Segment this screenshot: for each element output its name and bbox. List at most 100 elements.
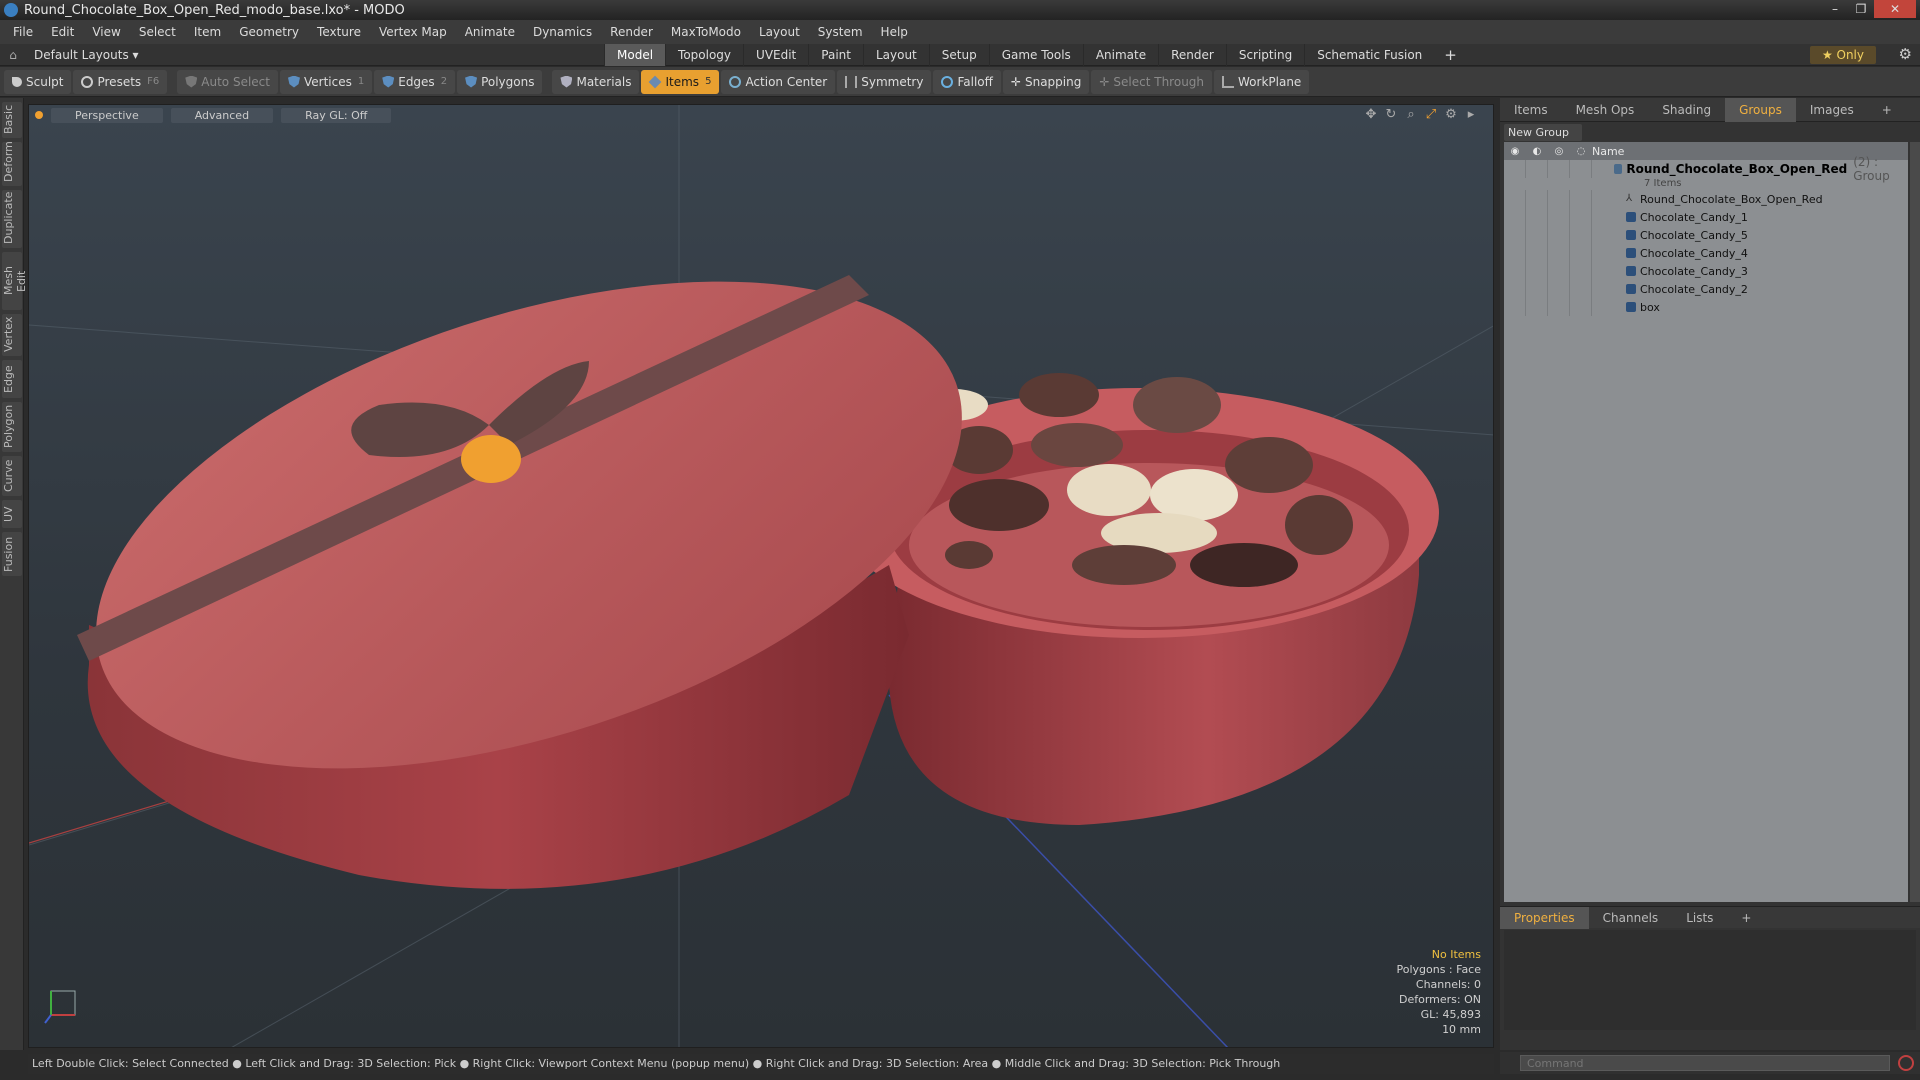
list-item[interactable]: Chocolate_Candy_3 (1504, 262, 1908, 280)
add-panel-tab-button[interactable]: + (1868, 103, 1906, 117)
materials-button[interactable]: Materials (552, 69, 640, 94)
falloff-button[interactable]: Falloff (933, 69, 1001, 94)
tab-render[interactable]: Render (1158, 44, 1226, 66)
left-tab-vertex[interactable]: Vertex (2, 314, 22, 356)
list-item[interactable]: Chocolate_Candy_4 (1504, 244, 1908, 262)
symmetry-button[interactable]: Symmetry (837, 69, 932, 94)
sculpt-button[interactable]: Sculpt (4, 69, 72, 94)
tab-items[interactable]: Items (1500, 103, 1562, 117)
tab-paint[interactable]: Paint (808, 44, 863, 66)
group-row[interactable]: Round_Chocolate_Box_Open_Red (2) : Group (1504, 155, 1908, 183)
tab-properties[interactable]: Properties (1500, 906, 1589, 929)
menu-vertex-map[interactable]: Vertex Map (370, 25, 456, 39)
tab-lists[interactable]: Lists (1672, 911, 1727, 925)
menu-texture[interactable]: Texture (308, 25, 370, 39)
tab-schematic-fusion[interactable]: Schematic Fusion (1304, 44, 1434, 66)
home-icon[interactable]: ⌂ (0, 48, 26, 62)
command-history-icon[interactable] (1898, 1055, 1914, 1071)
tab-setup[interactable]: Setup (928, 44, 989, 66)
only-button[interactable]: ★ Only (1809, 46, 1876, 64)
snapping-button[interactable]: ✛ Snapping (1002, 69, 1090, 94)
menu-dynamics[interactable]: Dynamics (524, 25, 601, 39)
left-tab-mesh-edit[interactable]: Mesh Edit (2, 252, 28, 310)
close-icon[interactable]: ✕ (1874, 0, 1916, 18)
eye-icon[interactable] (1504, 160, 1526, 178)
tab-animate[interactable]: Animate (1082, 44, 1158, 66)
new-group-button[interactable]: New Group (1504, 124, 1582, 141)
vertices-button[interactable]: Vertices 1 (279, 69, 373, 94)
list-item[interactable]: Chocolate_Candy_1 (1504, 208, 1908, 226)
render-col-icon[interactable]: ◐ (1526, 146, 1548, 157)
action-center-button[interactable]: Action Center (721, 69, 836, 94)
menu-layout[interactable]: Layout (750, 25, 809, 39)
shading-mode-button[interactable]: Advanced (170, 107, 274, 123)
axis-gizmo-icon (44, 990, 76, 1024)
list-item[interactable]: Chocolate_Candy_2 (1504, 280, 1908, 298)
tab-images[interactable]: Images (1796, 103, 1868, 117)
tab-topology[interactable]: Topology (665, 44, 743, 66)
left-tab-curve[interactable]: Curve (2, 456, 22, 496)
info-polygons: Polygons : Face (1396, 963, 1481, 976)
tree-scrollbar[interactable] (1910, 142, 1920, 902)
list-item[interactable]: Chocolate_Candy_5 (1504, 226, 1908, 244)
scene-render (29, 105, 1493, 1047)
add-tab-button[interactable]: + (1434, 44, 1467, 66)
viewport-settings-icon[interactable]: ⚙ (1441, 107, 1461, 122)
lock-col-icon[interactable]: ◎ (1548, 146, 1570, 157)
tab-shading[interactable]: Shading (1648, 103, 1725, 117)
command-input[interactable] (1520, 1055, 1890, 1071)
3d-viewport[interactable]: Perspective Advanced Ray GL: Off ✥ ↻ ⌕ ⤢… (28, 104, 1494, 1048)
menu-maxtomodo[interactable]: MaxToModo (662, 25, 750, 39)
list-item[interactable]: ⅄ Round_Chocolate_Box_Open_Red (1504, 190, 1908, 208)
menu-view[interactable]: View (83, 25, 129, 39)
menu-item[interactable]: Item (185, 25, 230, 39)
zoom-view-icon[interactable]: ⌕ (1401, 107, 1421, 122)
menu-geometry[interactable]: Geometry (230, 25, 308, 39)
rotate-view-icon[interactable]: ↻ (1381, 107, 1401, 122)
minimize-icon[interactable]: – (1822, 0, 1848, 18)
left-tab-deform[interactable]: Deform (2, 141, 22, 186)
layout-tabs: Model Topology UVEdit Paint Layout Setup… (604, 44, 1467, 66)
left-tab-fusion[interactable]: Fusion (2, 532, 22, 576)
gear-icon[interactable]: ⚙ (1899, 45, 1912, 63)
menu-select[interactable]: Select (130, 25, 185, 39)
maximize-view-icon[interactable]: ⤢ (1421, 107, 1441, 122)
menu-animate[interactable]: Animate (456, 25, 524, 39)
visibility-col-icon[interactable]: ◉ (1504, 146, 1526, 157)
menu-system[interactable]: System (809, 25, 872, 39)
left-tab-uv[interactable]: UV (2, 500, 22, 528)
auto-select-button[interactable]: Auto Select (177, 69, 278, 94)
left-tab-basic[interactable]: Basic (2, 102, 22, 138)
polygons-button[interactable]: Polygons (457, 69, 543, 94)
select-col-icon[interactable]: ◌ (1570, 146, 1592, 157)
menu-render[interactable]: Render (601, 25, 662, 39)
view-mode-button[interactable]: Perspective (51, 107, 163, 123)
select-through-button[interactable]: ✛ Select Through (1091, 69, 1213, 94)
tab-channels[interactable]: Channels (1589, 911, 1673, 925)
left-tab-duplicate[interactable]: Duplicate (2, 190, 22, 248)
left-tab-edge[interactable]: Edge (2, 360, 22, 398)
tab-game-tools[interactable]: Game Tools (988, 44, 1083, 66)
presets-button[interactable]: Presets F6 (73, 69, 168, 94)
tab-layout[interactable]: Layout (862, 44, 929, 66)
default-layouts-dropdown[interactable]: Default Layouts ▾ (26, 48, 246, 62)
menu-help[interactable]: Help (872, 25, 917, 39)
move-view-icon[interactable]: ✥ (1361, 107, 1381, 122)
maximize-icon[interactable]: ❐ (1848, 0, 1874, 18)
viewport-expand-icon[interactable]: ▸ (1461, 107, 1481, 122)
raygl-button[interactable]: Ray GL: Off (281, 107, 392, 123)
left-tab-polygon[interactable]: Polygon (2, 402, 22, 452)
menu-edit[interactable]: Edit (42, 25, 83, 39)
tab-uvedit[interactable]: UVEdit (743, 44, 808, 66)
tab-mesh-ops[interactable]: Mesh Ops (1562, 103, 1649, 117)
menu-file[interactable]: File (4, 25, 42, 39)
vertices-icon (287, 75, 300, 88)
edges-button[interactable]: Edges 2 (374, 69, 456, 94)
workplane-button[interactable]: WorkPlane (1214, 69, 1310, 94)
items-button[interactable]: Items 5 (641, 69, 720, 94)
add-bottom-tab-button[interactable]: + (1727, 911, 1765, 925)
tab-model[interactable]: Model (604, 44, 666, 66)
tab-scripting[interactable]: Scripting (1225, 44, 1304, 66)
tab-groups[interactable]: Groups (1725, 97, 1796, 122)
list-item[interactable]: box (1504, 298, 1908, 316)
